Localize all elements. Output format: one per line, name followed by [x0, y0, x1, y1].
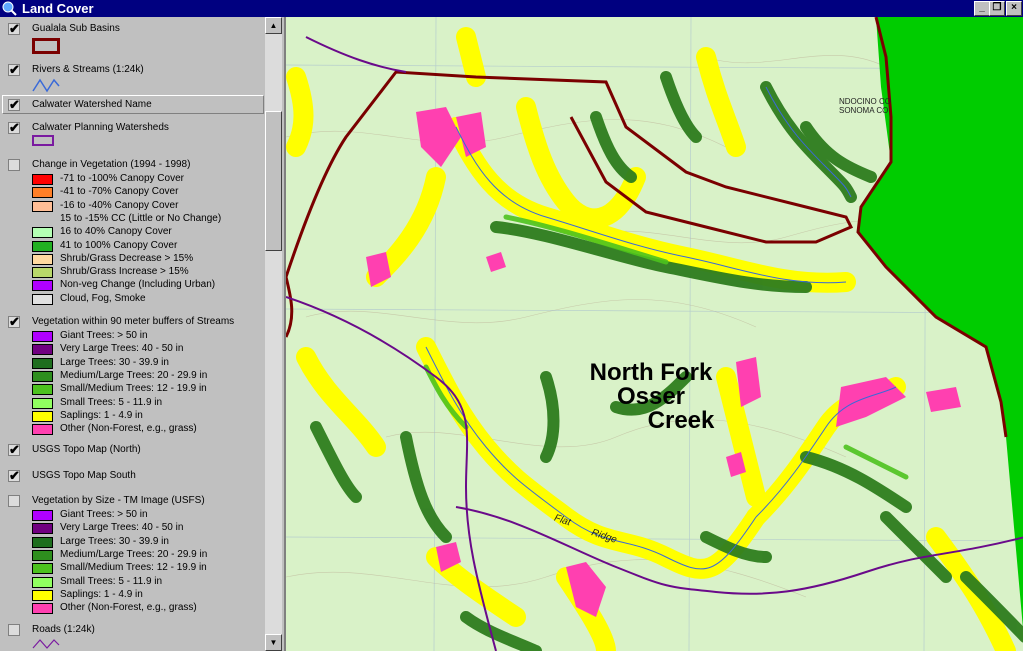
legend-class-label: Very Large Trees: 40 - 50 in — [60, 522, 184, 534]
restore-button[interactable]: ❐ — [989, 1, 1005, 16]
legend-class-label: Non-veg Change (Including Urban) — [60, 279, 216, 291]
legend-class-label: Small Trees: 5 - 11.9 in — [60, 575, 163, 587]
legend-class-label: Saplings: 1 - 4.9 in — [60, 409, 143, 421]
legend-swatch — [32, 293, 53, 305]
legend-swatch — [32, 549, 53, 561]
stream-line-swatch — [32, 78, 60, 93]
legend-swatch — [32, 370, 53, 382]
legend-swatch — [32, 397, 53, 409]
legend-class-label: Very Large Trees: 40 - 50 in — [60, 343, 184, 355]
watershed-outline-swatch — [32, 135, 54, 146]
layer-checkbox[interactable]: ✔ — [8, 22, 20, 35]
county-label-south: SONOMA CO — [839, 106, 889, 115]
legend-swatch — [32, 331, 53, 342]
layer-checkbox[interactable]: ✔ — [8, 98, 20, 111]
layer-title: Calwater Planning Watersheds — [32, 122, 169, 133]
layer-title: Calwater Watershed Name — [32, 99, 152, 110]
app-globe-icon — [2, 1, 17, 16]
legend-swatch — [32, 187, 53, 199]
road-line-swatch — [32, 639, 60, 649]
window-title: Land Cover — [22, 1, 94, 16]
legend-class-label: Cloud, Fog, Smoke — [60, 292, 146, 304]
legend-class-label: 16 to 40% Canopy Cover — [60, 226, 172, 238]
legend-class-label: -41 to -70% Canopy Cover — [60, 186, 179, 198]
window-title-bar[interactable]: Land Cover _ ❐ × — [0, 0, 1023, 17]
legend-swatch — [32, 357, 53, 369]
layer-title: USGS Topo Map (North) — [32, 444, 141, 455]
watershed-label-line3: Creek — [647, 407, 715, 434]
legend-swatch — [32, 384, 53, 396]
map-view[interactable]: NDOCINO CO SONOMA CO Flat Ridge North Fo… — [284, 17, 1023, 651]
close-button[interactable]: × — [1006, 1, 1022, 16]
scroll-down-button[interactable]: ▼ — [265, 634, 282, 651]
legend-class-label: Shrub/Grass Increase > 15% — [60, 266, 189, 278]
legend-swatch — [32, 424, 53, 436]
legend-class-label: Saplings: 1 - 4.9 in — [60, 588, 143, 600]
layer-title: Roads (1:24k) — [32, 624, 95, 635]
legend-swatch — [32, 536, 53, 548]
legend-class-label: Other (Non-Forest, e.g., grass) — [60, 423, 197, 435]
legend-swatch — [32, 603, 53, 615]
layer-checkbox[interactable]: ✔ — [8, 315, 20, 328]
legend-swatch — [32, 344, 53, 356]
legend-class-label: Giant Trees: > 50 in — [60, 330, 148, 341]
legend-swatch — [32, 267, 53, 279]
legend-swatch — [32, 227, 53, 239]
layer-title: USGS Topo Map South — [32, 470, 136, 481]
legend-swatch — [32, 280, 53, 292]
legend-class-label: Small Trees: 5 - 11.9 in — [60, 396, 163, 408]
legend-swatch — [32, 589, 53, 601]
legend-swatch — [32, 510, 53, 521]
scroll-thumb[interactable] — [265, 111, 282, 251]
minimize-button[interactable]: _ — [974, 1, 990, 16]
basin-outline-swatch — [32, 38, 60, 54]
layer-checkbox[interactable]: ✔ — [8, 121, 20, 134]
legend-panel: ✔ Gualala Sub Basins ✔ Rivers & Streams … — [0, 17, 265, 651]
legend-swatch — [32, 200, 53, 212]
layer-checkbox[interactable] — [8, 495, 20, 507]
legend-class-label: Large Trees: 30 - 39.9 in — [60, 535, 169, 547]
map-canvas[interactable] — [286, 17, 1023, 651]
legend-swatch — [32, 576, 53, 588]
legend-swatch — [32, 563, 53, 575]
layer-checkbox[interactable]: ✔ — [8, 63, 20, 76]
legend-class-label: Giant Trees: > 50 in — [60, 509, 148, 520]
layer-title: Change in Vegetation (1994 - 1998) — [32, 159, 191, 170]
legend-swatch — [32, 174, 53, 185]
legend-class-label: Shrub/Grass Decrease > 15% — [60, 252, 194, 264]
legend-class-label: Other (Non-Forest, e.g., grass) — [60, 602, 197, 614]
layer-title: Rivers & Streams (1:24k) — [32, 64, 144, 75]
legend-swatch — [32, 253, 53, 265]
legend-class-label: -16 to -40% Canopy Cover — [60, 199, 179, 211]
layer-checkbox[interactable] — [8, 624, 20, 636]
legend-class-label: Medium/Large Trees: 20 - 29.9 in — [60, 548, 208, 560]
layer-title: Gualala Sub Basins — [32, 23, 120, 34]
legend-class-label: Large Trees: 30 - 39.9 in — [60, 356, 169, 368]
layer-checkbox[interactable]: ✔ — [8, 469, 20, 482]
legend-class-label: 15 to -15% CC (Little or No Change) — [60, 212, 222, 224]
legend-swatch — [32, 240, 53, 252]
legend-class-label: Small/Medium Trees: 12 - 19.9 in — [60, 562, 207, 574]
legend-swatch — [32, 523, 53, 535]
legend-class-label: Small/Medium Trees: 12 - 19.9 in — [60, 383, 207, 395]
county-label-north: NDOCINO CO — [839, 97, 891, 106]
scroll-up-button[interactable]: ▲ — [265, 17, 282, 34]
legend-class-label: -71 to -100% Canopy Cover — [60, 173, 184, 184]
legend-class-label: Medium/Large Trees: 20 - 29.9 in — [60, 369, 208, 381]
layer-checkbox[interactable] — [8, 159, 20, 171]
layer-checkbox[interactable]: ✔ — [8, 443, 20, 456]
legend-class-label: 41 to 100% Canopy Cover — [60, 239, 178, 251]
layer-title: Vegetation by Size - TM Image (USFS) — [32, 495, 205, 506]
legend-swatch — [32, 410, 53, 422]
layer-title: Vegetation within 90 meter buffers of St… — [32, 316, 235, 327]
legend-scrollbar[interactable]: ▲ ▼ — [265, 17, 282, 651]
